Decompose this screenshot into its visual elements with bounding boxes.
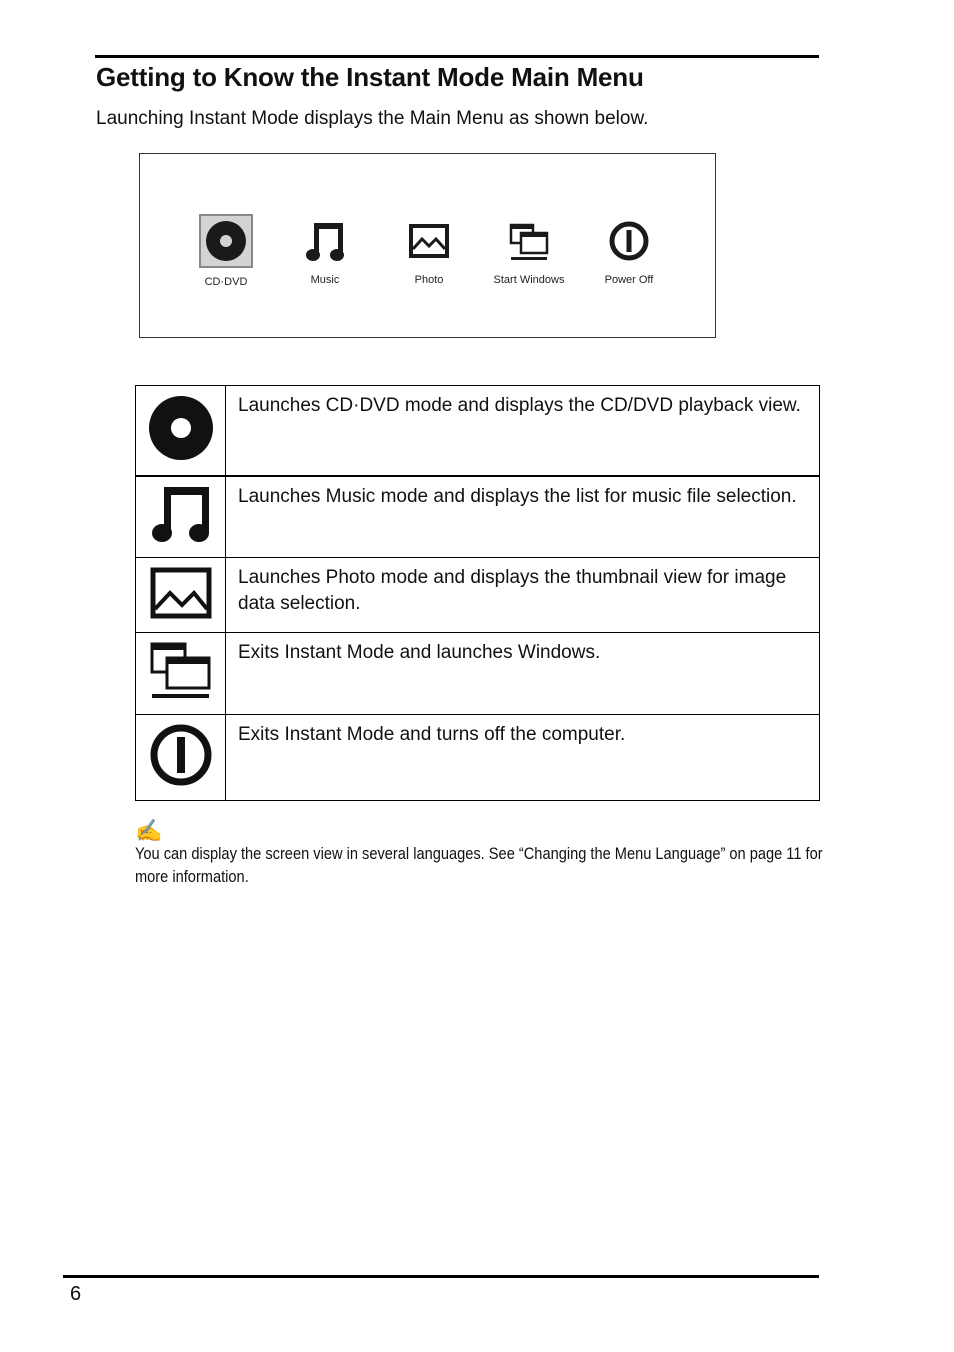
disc-icon [148,395,214,465]
windows-icon [504,216,554,266]
menu-item-power-off[interactable]: Power Off [579,216,679,286]
table-row: Launches CD·DVD mode and displays the CD… [135,385,820,477]
row-description: Exits Instant Mode and launches Windows. [225,632,820,715]
page-title: Getting to Know the Instant Mode Main Me… [96,62,644,92]
top-rule [95,55,819,58]
table-row: Exits Instant Mode and launches Windows. [135,632,820,715]
table-row: Exits Instant Mode and turns off the com… [135,714,820,801]
intro-text: Launching Instant Mode displays the Main… [96,108,649,129]
menu-item-music[interactable]: Music [275,216,375,286]
note-text: You can display the screen view in sever… [135,844,823,886]
bottom-rule [63,1275,819,1278]
menu-item-start-windows[interactable]: Start Windows [479,216,579,286]
menu-description-table: Launches CD·DVD mode and displays the CD… [135,385,820,801]
row-description: Launches Music mode and displays the lis… [225,475,820,558]
menu-item-cd-dvd[interactable]: CD·DVD [176,214,276,288]
photo-icon [404,216,454,266]
menu-item-label: Power Off [604,274,654,286]
table-row: Launches Music mode and displays the lis… [135,475,820,558]
windows-icon [150,642,212,704]
row-description: Launches Photo mode and displays the thu… [225,557,820,633]
row-description: Launches CD·DVD mode and displays the CD… [225,385,820,477]
music-note-icon [300,216,350,266]
power-icon [149,724,213,791]
music-note-icon [150,487,212,549]
row-description: Exits Instant Mode and turns off the com… [225,714,820,801]
menu-item-label: Music [310,274,340,286]
power-icon [604,216,654,266]
menu-item-label: CD·DVD [204,276,248,288]
photo-icon [150,567,212,623]
menu-item-label: Photo [414,274,444,286]
page-number: 6 [70,1283,82,1305]
main-menu-screenshot: CD·DVD Music Photo Start Windows Power O… [139,153,716,338]
note: ✍ You can display the screen view in sev… [135,820,825,888]
menu-item-label: Start Windows [493,274,565,286]
pen-note-icon: ✍ [135,818,163,843]
disc-icon [199,214,253,268]
menu-item-photo[interactable]: Photo [379,216,479,286]
table-row: Launches Photo mode and displays the thu… [135,557,820,633]
